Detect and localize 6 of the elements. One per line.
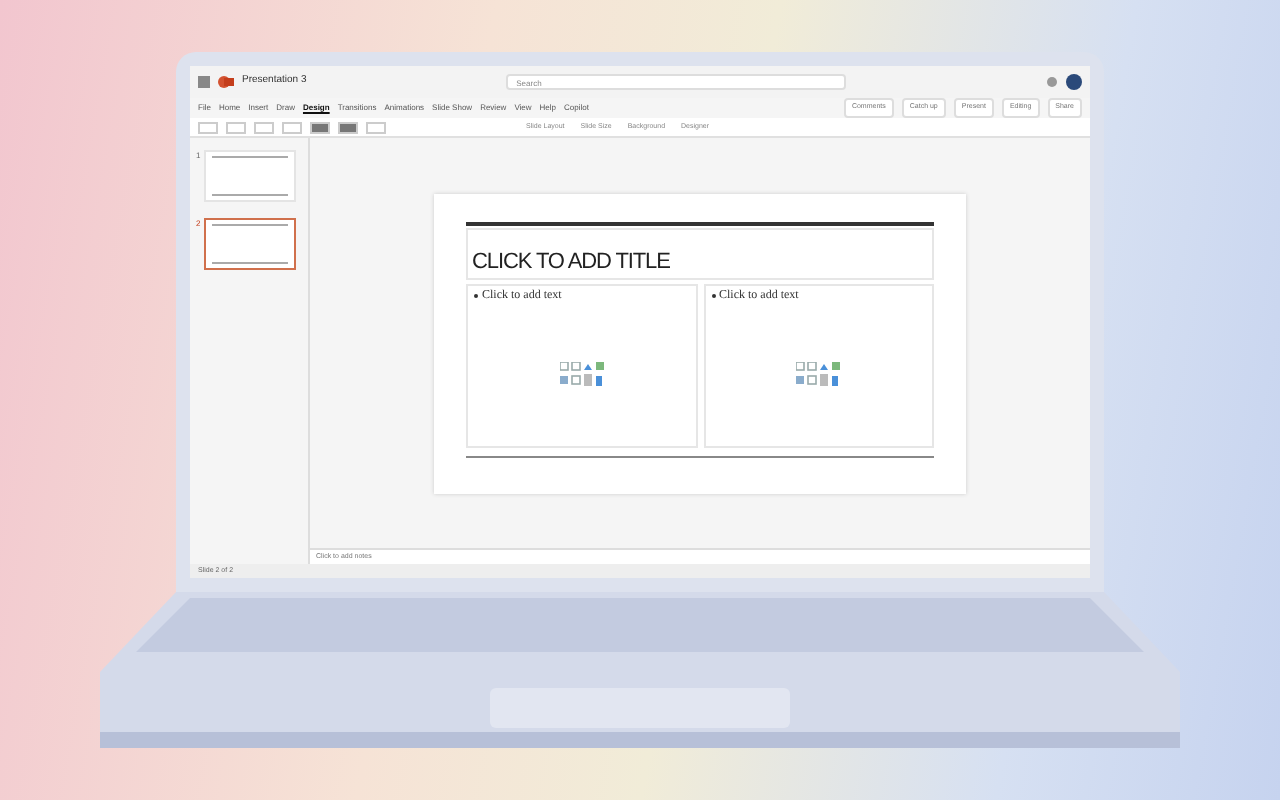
user-avatar[interactable] [1066,74,1082,90]
insert-content-icon[interactable] [559,361,604,389]
presentation-logo-icon [218,76,234,88]
title-placeholder[interactable]: CLICK TO ADD TITLE [466,227,934,279]
slide-thumbnail[interactable] [204,218,297,270]
insert-content-icon[interactable] [796,361,841,389]
